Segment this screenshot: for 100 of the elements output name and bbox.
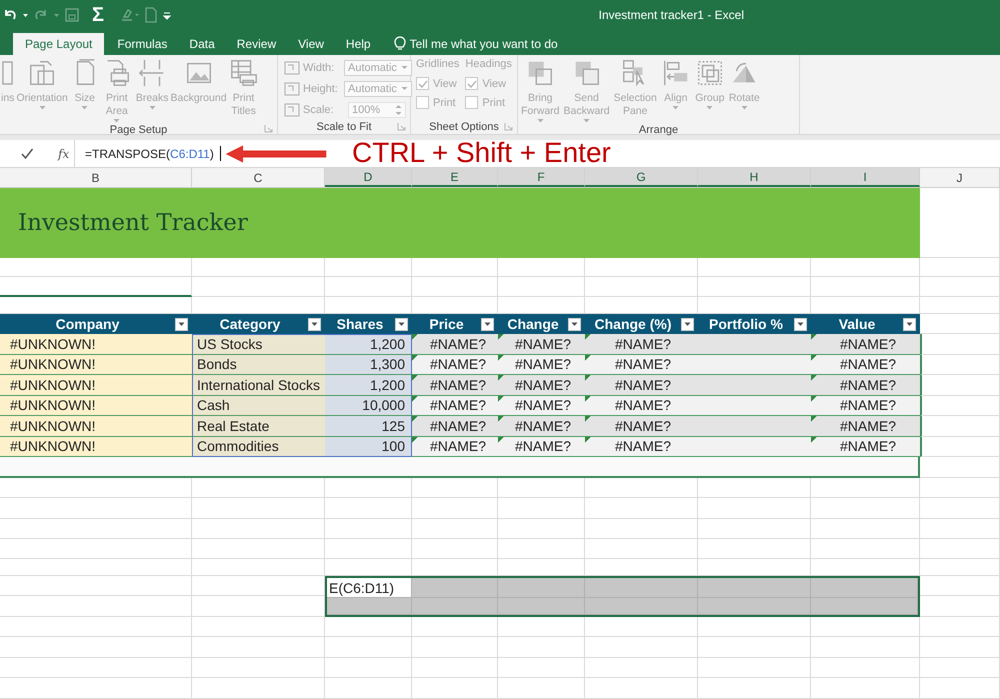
grid-cell[interactable] bbox=[920, 188, 1000, 258]
grid-cell[interactable] bbox=[811, 258, 920, 277]
grid-cell[interactable] bbox=[498, 617, 585, 637]
grid-cell[interactable] bbox=[412, 277, 498, 297]
grid-cell[interactable] bbox=[920, 354, 1000, 375]
insert-function-button[interactable]: fx bbox=[58, 146, 70, 160]
grid-cell[interactable] bbox=[920, 457, 1000, 478]
grid-cell[interactable] bbox=[585, 498, 698, 519]
grid-cell[interactable] bbox=[0, 478, 192, 498]
grid-cell[interactable] bbox=[498, 277, 585, 297]
grid-cell[interactable] bbox=[498, 258, 585, 277]
grid-cell[interactable] bbox=[920, 637, 1000, 658]
grid-cell[interactable] bbox=[0, 539, 192, 559]
grid-cell[interactable] bbox=[412, 498, 498, 519]
grid-cell[interactable] bbox=[585, 678, 698, 699]
grid-cell[interactable] bbox=[192, 559, 325, 576]
grid-cell[interactable] bbox=[698, 519, 811, 539]
grid-cell[interactable] bbox=[920, 436, 1000, 457]
grid-cell[interactable] bbox=[0, 617, 192, 637]
grid-cell[interactable] bbox=[698, 539, 811, 559]
grid-cell[interactable] bbox=[192, 617, 325, 637]
ribbon-tab[interactable]: View bbox=[287, 33, 335, 55]
filter-button[interactable] bbox=[568, 318, 581, 330]
grid-cell[interactable] bbox=[920, 596, 1000, 617]
grid-cell[interactable] bbox=[192, 277, 325, 297]
grid-cell[interactable] bbox=[920, 334, 1000, 354]
sum-button[interactable]: Σ bbox=[92, 5, 104, 25]
grid-cell[interactable] bbox=[412, 678, 498, 699]
grid-cell[interactable] bbox=[498, 498, 585, 519]
grid-cell[interactable] bbox=[585, 478, 698, 498]
grid-cell[interactable] bbox=[920, 416, 1000, 436]
grid-cell[interactable] bbox=[498, 519, 585, 539]
lightbulb-icon[interactable] bbox=[394, 36, 406, 52]
grid-cell[interactable] bbox=[412, 617, 498, 637]
grid-cell[interactable] bbox=[698, 617, 811, 637]
grid-cell[interactable] bbox=[0, 559, 192, 576]
grid-cell[interactable] bbox=[585, 277, 698, 297]
grid-cell[interactable] bbox=[0, 658, 192, 678]
grid-cell[interactable] bbox=[412, 637, 498, 658]
grid-cell[interactable] bbox=[920, 519, 1000, 539]
grid-cell[interactable] bbox=[920, 277, 1000, 297]
filter-button[interactable] bbox=[903, 318, 916, 330]
grid-cell[interactable] bbox=[698, 478, 811, 498]
column-header[interactable]: J bbox=[920, 168, 1000, 187]
ribbon-tab[interactable]: Help bbox=[334, 33, 382, 55]
grid-cell[interactable] bbox=[920, 314, 1000, 334]
grid-cell[interactable] bbox=[498, 678, 585, 699]
grid-cell[interactable] bbox=[325, 258, 412, 277]
grid-cell[interactable] bbox=[192, 258, 325, 277]
grid-cell[interactable] bbox=[920, 478, 1000, 498]
grid-cell[interactable] bbox=[698, 658, 811, 678]
grid-cell[interactable] bbox=[412, 519, 498, 539]
grid-cell[interactable] bbox=[811, 678, 920, 699]
grid-cell[interactable] bbox=[585, 539, 698, 559]
grid-cell[interactable] bbox=[412, 658, 498, 678]
grid-cell[interactable] bbox=[585, 658, 698, 678]
grid-cell[interactable] bbox=[325, 617, 412, 637]
grid-cell[interactable] bbox=[325, 498, 412, 519]
ribbon-tab[interactable]: Review bbox=[226, 33, 288, 55]
grid-cell[interactable] bbox=[920, 498, 1000, 519]
ribbon-tab[interactable]: Page Layout bbox=[13, 33, 104, 55]
filter-button[interactable] bbox=[681, 318, 694, 330]
grid-cell[interactable] bbox=[325, 658, 412, 678]
grid-cell[interactable] bbox=[811, 658, 920, 678]
grid-cell[interactable] bbox=[192, 498, 325, 519]
grid-cell[interactable] bbox=[811, 478, 920, 498]
grid-cell[interactable] bbox=[325, 478, 412, 498]
grid-cell[interactable] bbox=[920, 375, 1000, 396]
grid-cell[interactable] bbox=[811, 277, 920, 297]
column-header[interactable]: G bbox=[585, 168, 698, 187]
grid-cell[interactable] bbox=[498, 539, 585, 559]
grid-cell[interactable] bbox=[920, 576, 1000, 596]
grid-cell[interactable] bbox=[920, 678, 1000, 699]
column-header[interactable]: I bbox=[811, 168, 920, 187]
grid-cell[interactable] bbox=[192, 658, 325, 678]
grid-cell[interactable] bbox=[0, 576, 192, 596]
grid-cell[interactable] bbox=[811, 637, 920, 658]
grid-cell[interactable] bbox=[325, 519, 412, 539]
filter-button[interactable] bbox=[481, 318, 494, 330]
filter-button[interactable] bbox=[395, 318, 408, 330]
grid-cell[interactable] bbox=[811, 498, 920, 519]
grid-cell[interactable] bbox=[698, 277, 811, 297]
grid-cell[interactable] bbox=[698, 637, 811, 658]
grid-cell[interactable] bbox=[412, 539, 498, 559]
filter-button[interactable] bbox=[175, 318, 188, 330]
check-icon[interactable] bbox=[20, 146, 34, 160]
grid-cell[interactable] bbox=[698, 498, 811, 519]
grid-cell[interactable] bbox=[325, 678, 412, 699]
grid-cell[interactable] bbox=[0, 637, 192, 658]
ribbon-tab[interactable]: Formulas bbox=[106, 33, 178, 55]
grid-cell[interactable] bbox=[698, 258, 811, 277]
grid-cell[interactable] bbox=[920, 258, 1000, 277]
grid-cell[interactable] bbox=[811, 617, 920, 637]
grid-cell[interactable] bbox=[585, 617, 698, 637]
grid-cell[interactable] bbox=[0, 277, 192, 297]
column-header[interactable]: F bbox=[498, 168, 585, 187]
grid-cell[interactable] bbox=[498, 637, 585, 658]
grid-cell[interactable] bbox=[698, 678, 811, 699]
grid-cell[interactable] bbox=[412, 478, 498, 498]
grid-cell[interactable] bbox=[585, 519, 698, 539]
